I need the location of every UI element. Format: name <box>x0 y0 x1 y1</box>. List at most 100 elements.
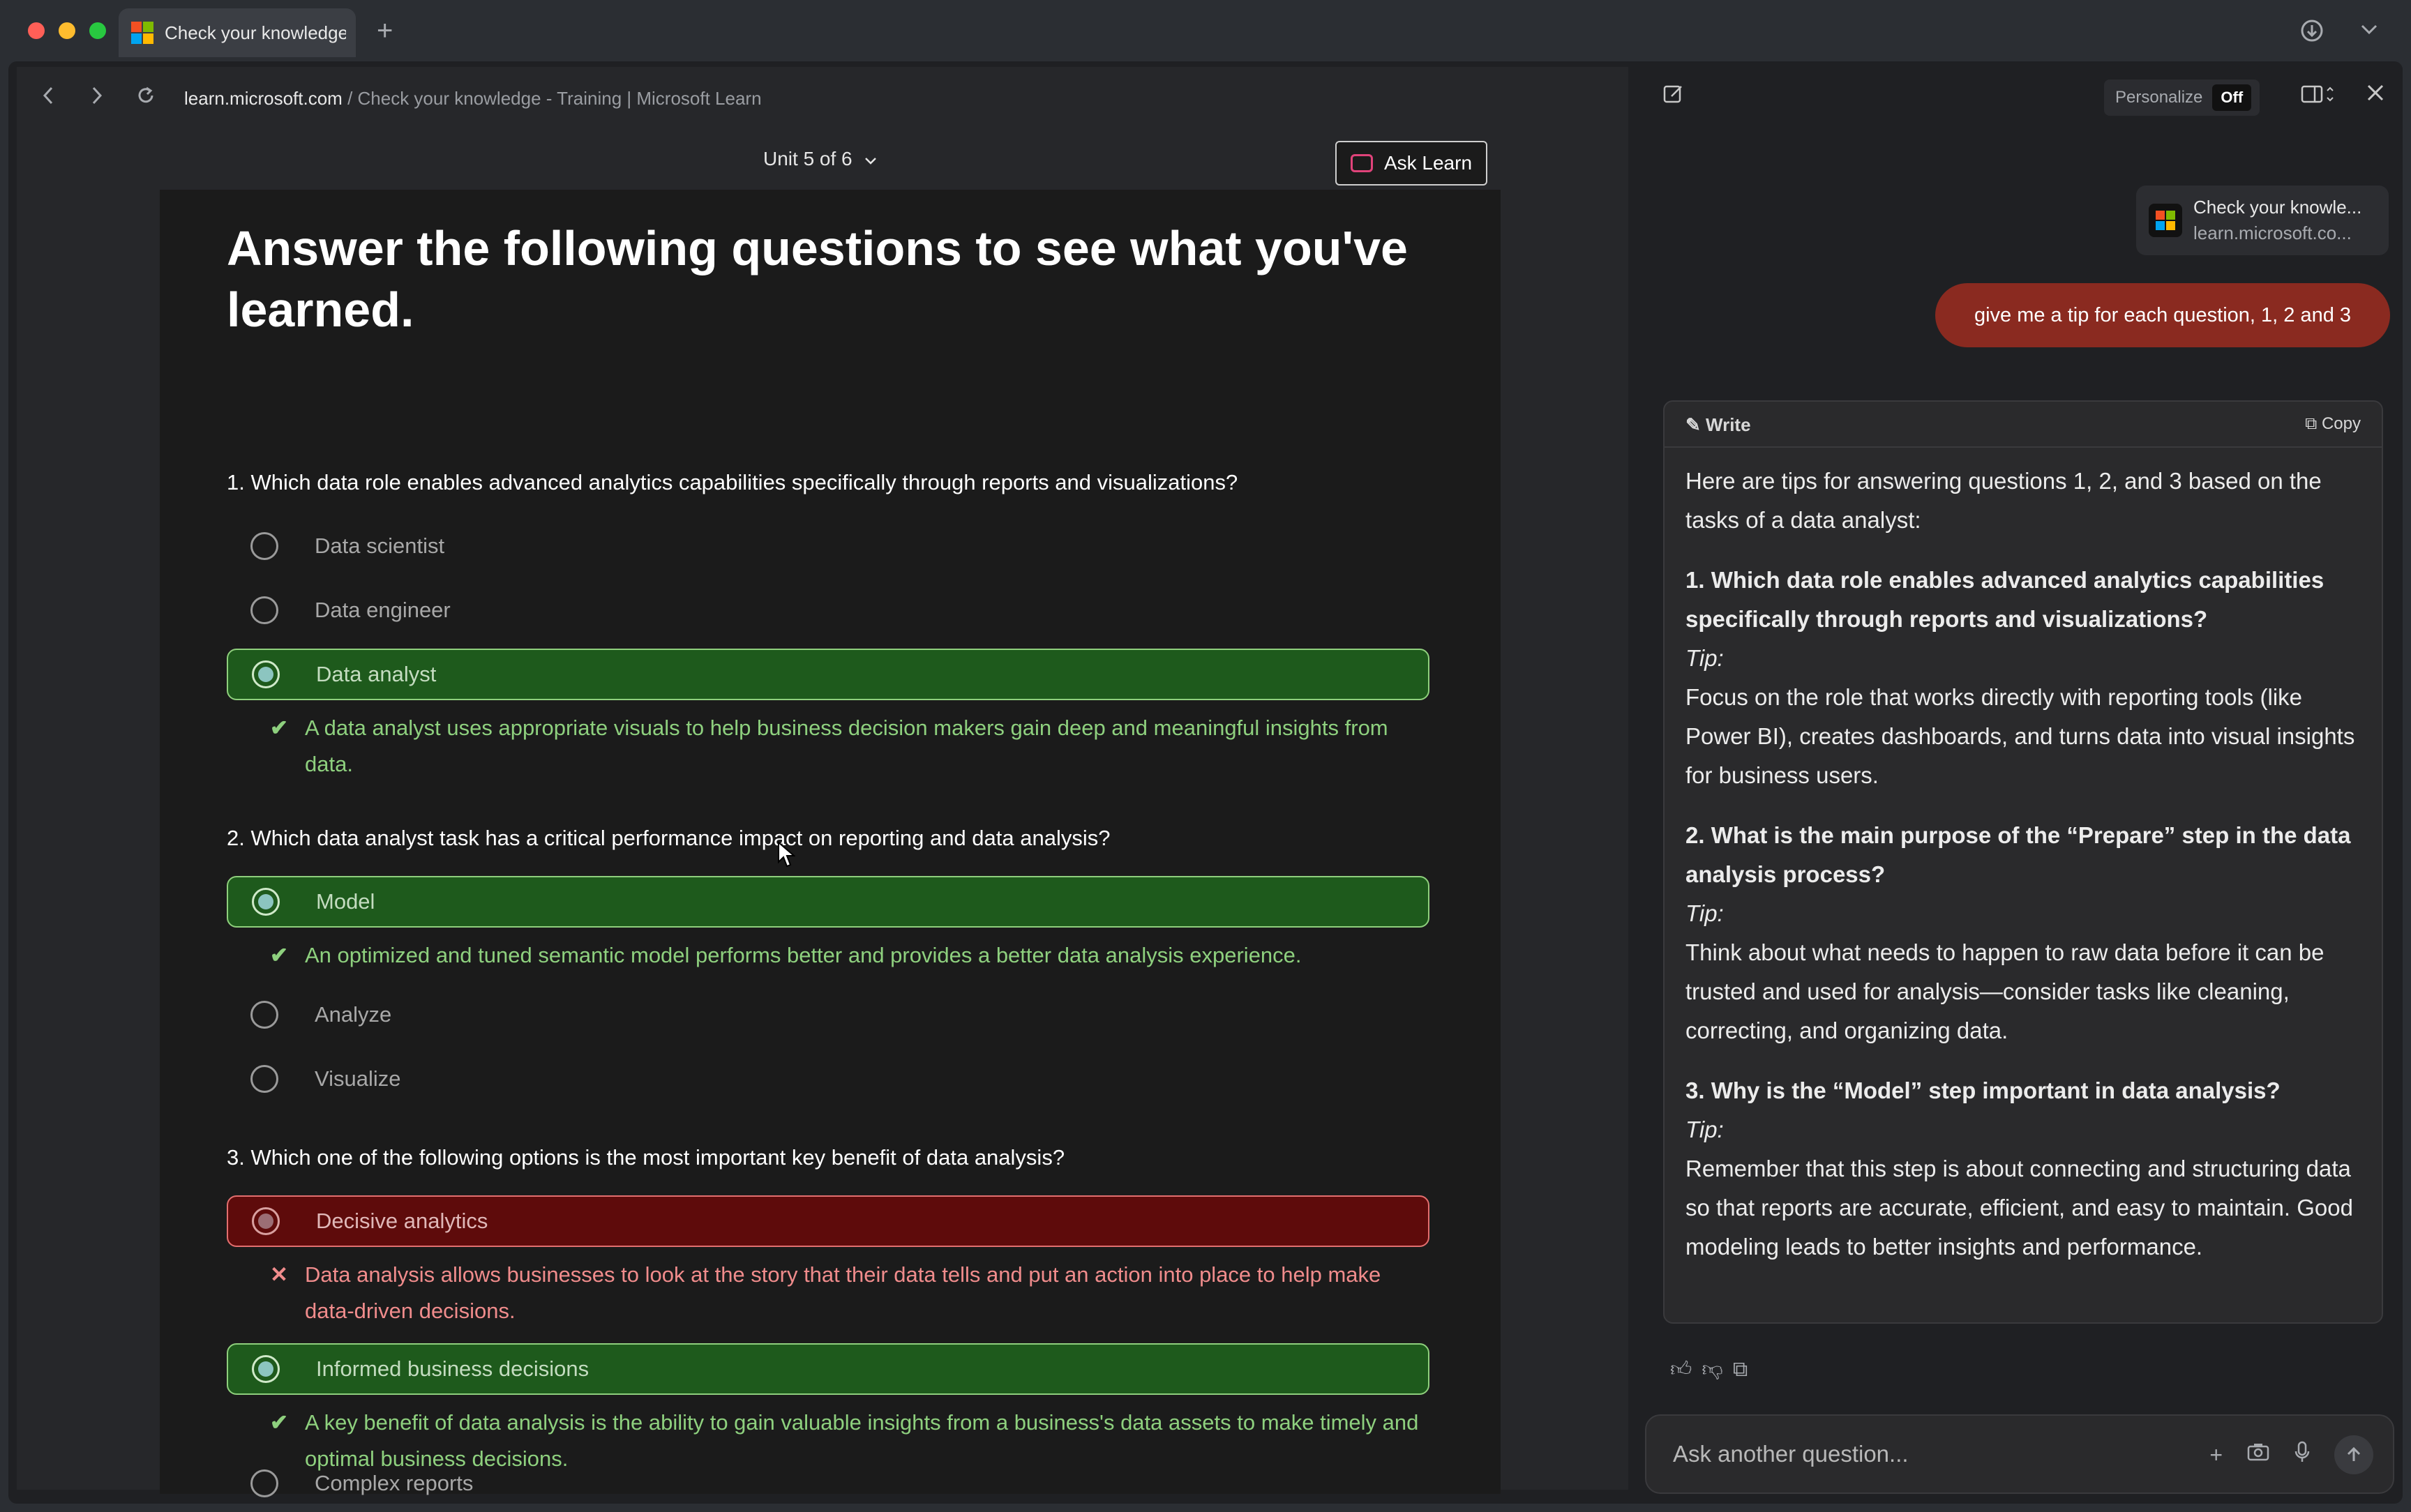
close-icon[interactable] <box>2365 82 2386 109</box>
feedback-correct: ✔ A data analyst uses appropriate visual… <box>270 710 1435 783</box>
write-label: Write <box>1706 414 1751 435</box>
ask-learn-label: Ask Learn <box>1383 152 1473 174</box>
option-analyze[interactable]: Analyze <box>227 989 1429 1041</box>
unit-selector[interactable]: Unit 5 of 6 <box>763 148 878 170</box>
personalize-label: Personalize <box>2115 88 2203 107</box>
radio-button[interactable] <box>252 1355 280 1383</box>
option-decisive-analytics[interactable]: Decisive analytics <box>227 1195 1429 1247</box>
checkmark-icon: ✔ <box>270 943 288 967</box>
camera-icon[interactable] <box>2246 1442 2270 1468</box>
minimize-window-button[interactable] <box>59 22 75 39</box>
copy-icon: ⧉ <box>2305 414 2322 433</box>
radio-button-selected[interactable] <box>252 1207 280 1235</box>
share-icon[interactable]: ⧉ <box>1733 1358 1757 1381</box>
response-body: Here are tips for answering questions 1,… <box>1665 448 2382 1280</box>
new-tab-button[interactable]: + <box>377 14 393 47</box>
option-label: Complex reports <box>315 1471 474 1495</box>
personalize-toggle[interactable]: Off <box>2212 84 2252 111</box>
page-toolbar: Unit 5 of 6 Ask Learn <box>17 130 1628 192</box>
context-title: Check your knowle... <box>2193 197 2362 218</box>
radio-button-selected[interactable] <box>252 660 280 688</box>
option-label: Analyze <box>315 1002 392 1027</box>
web-page: learn.microsoft.com / Check your knowled… <box>17 67 1628 1497</box>
url-path: / Check your knowledge - Training | Micr… <box>342 87 762 109</box>
maximize-window-button[interactable] <box>89 22 106 39</box>
chevron-down-icon[interactable] <box>2358 18 2380 44</box>
tip-block-2: 2. What is the main purpose of the “Prep… <box>1685 816 2361 1050</box>
url-text[interactable]: learn.microsoft.com / Check your knowled… <box>184 88 762 109</box>
radio-button[interactable] <box>250 532 278 560</box>
microsoft-logo-icon <box>131 22 153 44</box>
option-data-analyst[interactable]: Data analyst <box>227 649 1429 700</box>
chat-input-box[interactable]: + <box>1645 1414 2394 1494</box>
tip-question: 2. What is the main purpose of the “Prep… <box>1685 822 2351 887</box>
question-2: 2. Which data analyst task has a critica… <box>227 826 1111 850</box>
copilot-icon <box>1350 154 1373 172</box>
question-1: 1. Which data role enables advanced anal… <box>227 470 1238 494</box>
x-mark-icon: ✕ <box>270 1262 288 1287</box>
checkmark-icon: ✔ <box>270 1410 288 1435</box>
option-label: Data analyst <box>316 662 437 686</box>
copy-button[interactable]: ⧉ Copy <box>2305 414 2361 434</box>
forward-button[interactable] <box>73 85 121 112</box>
radio-button[interactable] <box>250 596 278 624</box>
tip-text: Remember that this step is about connect… <box>1685 1156 2353 1260</box>
panel-layout-icon[interactable] <box>2301 82 2336 112</box>
question-3: 3. Which one of the following options is… <box>227 1145 1065 1170</box>
personalize-control[interactable]: Personalize Off <box>2104 80 2260 116</box>
option-label: Data scientist <box>315 534 445 558</box>
feedback-incorrect: ✕ Data analysis allows businesses to loo… <box>270 1257 1435 1329</box>
reload-button[interactable] <box>121 85 170 112</box>
option-visualize[interactable]: Visualize <box>227 1053 1429 1105</box>
quiz-card: Answer the following questions to see wh… <box>160 190 1501 1497</box>
thumbs-up-icon[interactable]: 👍︎ <box>1670 1358 1702 1381</box>
microphone-icon[interactable] <box>2294 1440 2311 1469</box>
option-informed-business-decisions[interactable]: Informed business decisions <box>227 1343 1429 1395</box>
back-button[interactable] <box>24 85 73 112</box>
close-window-button[interactable] <box>28 22 45 39</box>
feedback-text: An optimized and tuned semantic model pe… <box>305 943 1302 967</box>
assistant-response: ✎ Write ⧉ Copy Here are tips for answeri… <box>1663 400 2383 1324</box>
write-mode-label: ✎ Write <box>1685 414 1751 436</box>
thumbs-down-icon[interactable]: 👎︎ <box>1702 1358 1732 1381</box>
write-icon: ✎ <box>1685 414 1706 435</box>
tip-text: Think about what needs to happen to raw … <box>1685 939 2324 1043</box>
option-label: Model <box>316 889 375 914</box>
new-chat-icon[interactable] <box>1662 82 1685 112</box>
feedback-correct: ✔ An optimized and tuned semantic model … <box>270 937 1435 974</box>
unit-selector-label: Unit 5 of 6 <box>763 148 853 169</box>
response-intro: Here are tips for answering questions 1,… <box>1685 468 2322 533</box>
download-icon[interactable] <box>2299 18 2324 47</box>
panel-toolbar: Personalize Off <box>1637 67 2403 130</box>
mouse-cursor-icon <box>778 841 795 868</box>
radio-button[interactable] <box>250 1469 278 1497</box>
option-model[interactable]: Model <box>227 876 1429 928</box>
tip-question: 1. Which data role enables advanced anal… <box>1685 567 2324 632</box>
response-header: ✎ Write ⧉ Copy <box>1665 402 2382 448</box>
tip-text: Focus on the role that works directly wi… <box>1685 684 2355 788</box>
context-url: learn.microsoft.co... <box>2193 222 2352 243</box>
microsoft-logo-icon <box>2149 204 2182 237</box>
tab-check-your-knowledge[interactable]: Check your knowledge <box>119 8 356 57</box>
send-button[interactable] <box>2334 1435 2373 1474</box>
checkmark-icon: ✔ <box>270 716 288 740</box>
tip-question: 3. Why is the “Model” step important in … <box>1685 1078 2281 1103</box>
url-domain: learn.microsoft.com <box>184 87 343 109</box>
radio-button[interactable] <box>250 1065 278 1093</box>
browser-window: learn.microsoft.com / Check your knowled… <box>8 61 2403 1504</box>
option-complex-reports[interactable]: Complex reports <box>227 1458 1429 1504</box>
tip-block-1: 1. Which data role enables advanced anal… <box>1685 561 2361 795</box>
page-title: Answer the following questions to see wh… <box>227 221 1408 337</box>
arrow-up-icon <box>2347 1446 2361 1461</box>
option-data-scientist[interactable]: Data scientist <box>227 520 1429 572</box>
plus-icon[interactable]: + <box>2209 1442 2223 1468</box>
page-context-card[interactable]: Check your knowle... learn.microsoft.co.… <box>2136 186 2389 255</box>
ask-learn-button[interactable]: Ask Learn <box>1335 141 1487 186</box>
radio-button[interactable] <box>250 1001 278 1029</box>
option-label: Visualize <box>315 1066 401 1091</box>
radio-button-selected[interactable] <box>252 888 280 916</box>
chat-input[interactable] <box>1673 1441 2161 1467</box>
tip-label: Tip: <box>1685 645 1724 671</box>
title-bar: Check your knowledge + <box>0 0 2411 61</box>
option-data-engineer[interactable]: Data engineer <box>227 584 1429 636</box>
